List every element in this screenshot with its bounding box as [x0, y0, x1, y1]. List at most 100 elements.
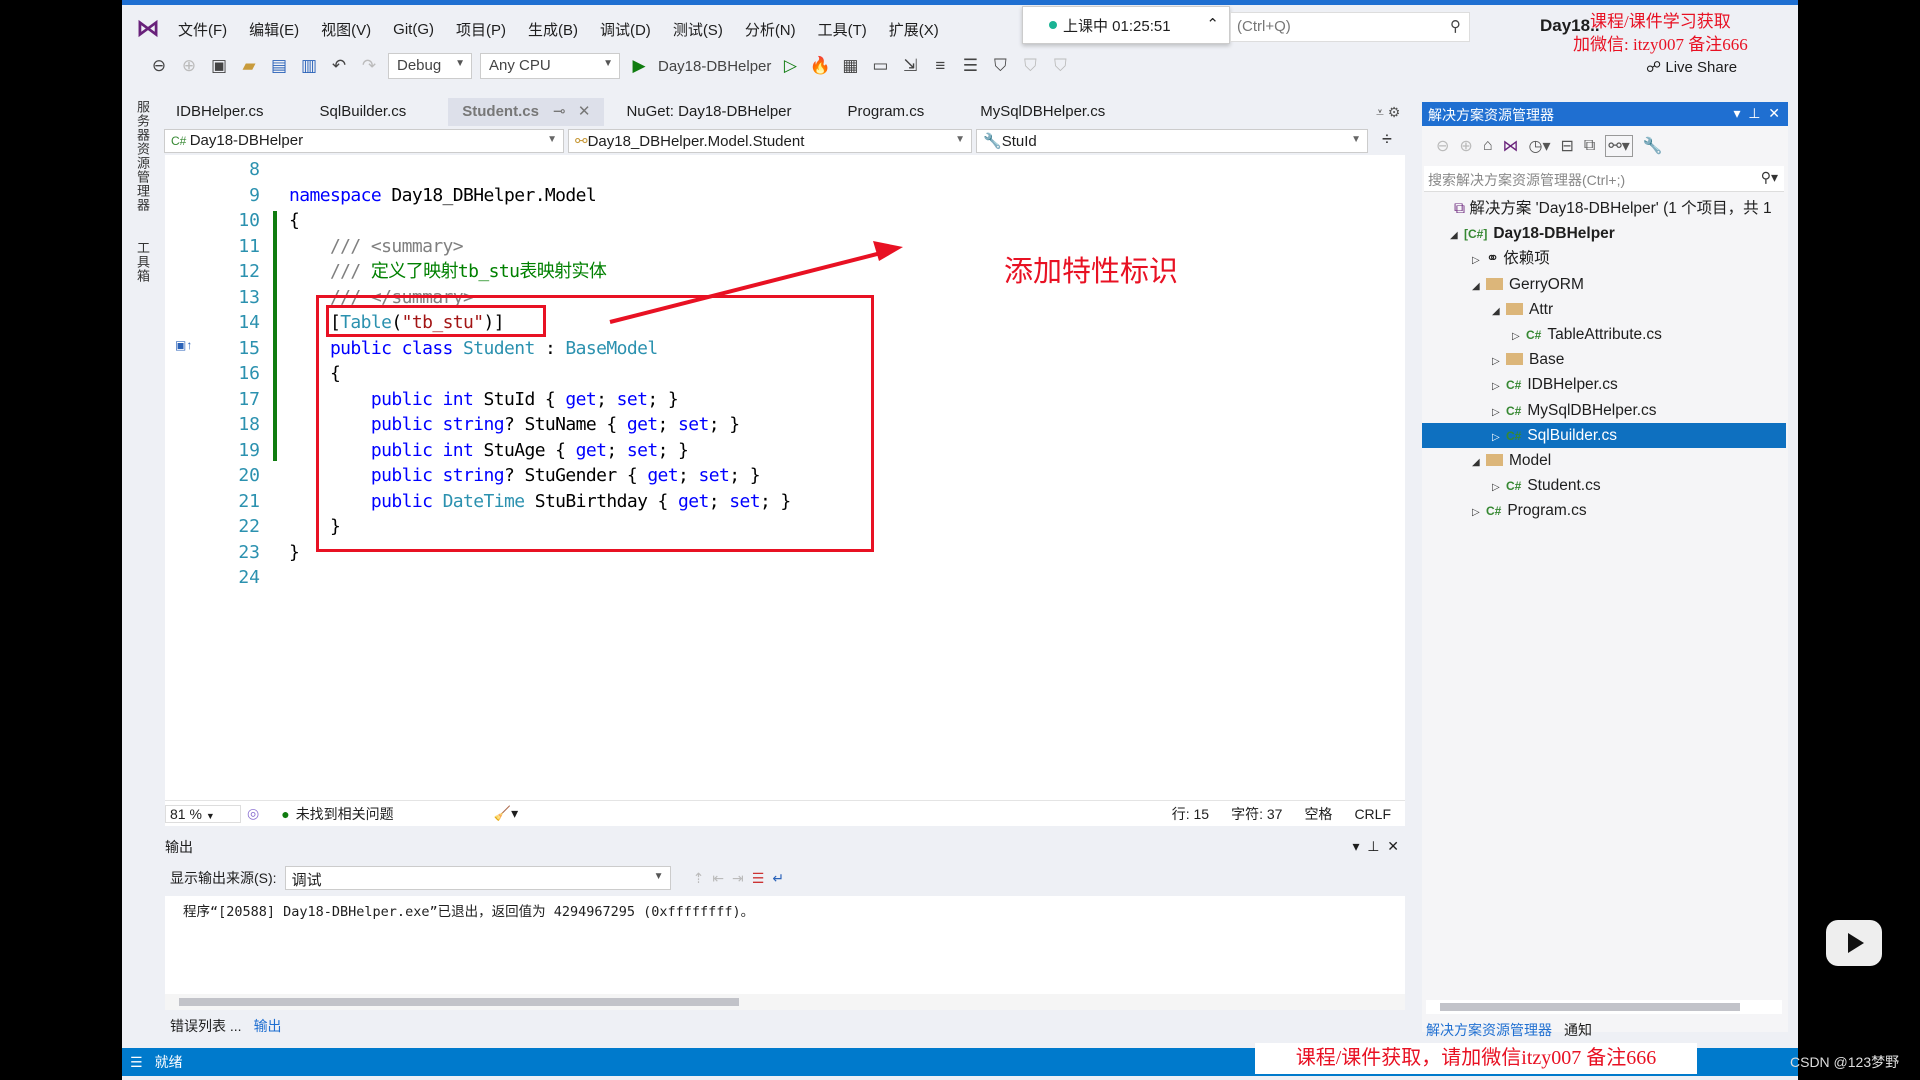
prev-message-icon[interactable]: ⇤ — [712, 870, 724, 887]
tab-idbhelper[interactable]: IDBHelper.cs — [162, 98, 278, 126]
chevron-up-icon[interactable]: ⌃ — [1206, 15, 1219, 33]
tab-program[interactable]: Program.cs — [834, 98, 939, 126]
switch-views-icon[interactable]: ⋈ — [1502, 136, 1518, 156]
tree-item[interactable]: ◢ Attr — [1422, 297, 1786, 322]
tree-item[interactable]: ▷ C# MySqlDBHelper.cs — [1422, 398, 1786, 423]
start-without-debug-icon[interactable]: ▷ — [779, 56, 801, 76]
menu-test[interactable]: 测试(S) — [673, 19, 723, 40]
output-status-icon[interactable]: ☰ — [130, 1054, 143, 1071]
start-target-button[interactable]: Day18-DBHelper — [658, 58, 771, 75]
menu-git[interactable]: Git(G) — [393, 21, 434, 38]
quick-search-input[interactable]: (Ctrl+Q) ⚲ — [1230, 12, 1470, 42]
menu-view[interactable]: 视图(V) — [321, 19, 371, 40]
tree-item[interactable]: ▷ ⚭ 依赖项 — [1422, 246, 1786, 271]
member-dropdown[interactable]: 🔧StuId ▼ — [976, 129, 1368, 153]
menu-tools[interactable]: 工具(T) — [818, 19, 867, 40]
word-wrap-icon[interactable]: ↵ — [772, 870, 784, 887]
split-icon[interactable]: ÷ — [1382, 129, 1392, 153]
expand-arrow-icon[interactable]: ▷ — [1492, 400, 1506, 425]
gear-icon[interactable]: ⚙ — [1388, 104, 1401, 120]
scroll-thumb[interactable] — [1440, 1003, 1740, 1011]
tree-item[interactable]: ⧉ 解决方案 'Day18-DBHelper' (1 个项目，共 1 — [1422, 196, 1786, 221]
open-icon[interactable]: ▰ — [238, 56, 260, 76]
expand-arrow-icon[interactable]: ▷ — [1492, 374, 1506, 399]
side-tab-toolbox[interactable]: 工具箱 — [135, 241, 150, 283]
forward-icon[interactable]: ⊕ — [178, 56, 200, 76]
tree-item[interactable]: ◢ [C#] Day18-DBHelper — [1422, 221, 1786, 246]
start-icon[interactable]: ▶ — [628, 56, 650, 76]
type-dropdown[interactable]: ⚯Day18_DBHelper.Model.Student ▼ — [568, 129, 972, 153]
tree-item[interactable]: ▷ Base — [1422, 347, 1786, 372]
menu-project[interactable]: 项目(P) — [456, 19, 506, 40]
menu-file[interactable]: 文件(F) — [178, 19, 227, 40]
collapse-arrow-icon[interactable]: ◢ — [1450, 223, 1464, 248]
tree-item[interactable]: ▷ C# IDBHelper.cs — [1422, 372, 1786, 397]
search-icon[interactable]: ⚲▾ — [1761, 169, 1778, 186]
tree-item[interactable]: ◢ Model — [1422, 448, 1786, 473]
clear-all-icon[interactable]: ☰ — [752, 870, 765, 887]
close-icon[interactable]: ✕ — [1387, 838, 1399, 854]
pin-icon[interactable]: ⊸ — [553, 103, 566, 120]
find-message-icon[interactable]: ⇡ — [693, 870, 705, 887]
issues-status[interactable]: 未找到相关问题 — [296, 804, 394, 824]
tree-item[interactable]: ▷ C# Program.cs — [1422, 498, 1786, 523]
output-horizontal-scrollbar[interactable] — [165, 994, 1405, 1010]
tab-error-list[interactable]: 错误列表 ... — [170, 1016, 242, 1036]
side-tab-server-explorer[interactable]: 服务器资源管理器 — [135, 100, 150, 212]
class-timer-popup[interactable]: 上课中 01:25:51 ⌃ — [1022, 6, 1230, 44]
save-icon[interactable]: ▤ — [268, 56, 290, 76]
tab-student[interactable]: Student.cs ⊸ ✕ — [448, 98, 605, 126]
home-icon[interactable]: ⌂ — [1483, 137, 1493, 155]
show-all-files-icon[interactable]: ⧉ — [1584, 137, 1595, 155]
expand-arrow-icon[interactable]: ▷ — [1492, 349, 1506, 374]
step-icon[interactable]: ⇲ — [899, 56, 921, 76]
collapse-arrow-icon[interactable]: ◢ — [1492, 299, 1506, 324]
menu-debug[interactable]: 调试(D) — [600, 19, 651, 40]
back-icon[interactable]: ⊖ — [148, 56, 170, 76]
scroll-thumb[interactable] — [179, 998, 739, 1006]
output-source-select[interactable]: 调试 ▼ — [284, 866, 671, 890]
outdent-icon[interactable]: ☰ — [959, 56, 981, 76]
menu-build[interactable]: 生成(B) — [528, 19, 578, 40]
hot-reload-icon[interactable]: 🔥 — [809, 56, 831, 76]
code-editor[interactable]: 8 9 10 11 12 13 14 15 16 17 18 19 20 21 22 23 24 namespa… — [165, 147, 1456, 803]
pin-icon[interactable]: ⊥ — [1367, 838, 1379, 854]
live-share-button[interactable]: ☍ Live Share — [1646, 58, 1737, 76]
next-message-icon[interactable]: ⇥ — [732, 870, 744, 887]
expand-arrow-icon[interactable]: ▷ — [1492, 475, 1506, 500]
tree-item[interactable]: ▷ C# SqlBuilder.cs — [1422, 422, 1786, 448]
solution-horizontal-scrollbar[interactable] — [1426, 1000, 1782, 1014]
tab-sqlbuilder[interactable]: SqlBuilder.cs — [306, 98, 421, 126]
ai-icon[interactable]: ◎ — [247, 805, 259, 822]
tab-output[interactable]: 输出 — [254, 1016, 282, 1036]
save-all-icon[interactable]: ▥ — [298, 56, 320, 76]
tree-item[interactable]: ▷ C# TableAttribute.cs — [1422, 322, 1786, 347]
next-bookmark-icon[interactable]: ⛉ — [1049, 56, 1071, 76]
tab-solution-explorer[interactable]: 解决方案资源管理器 — [1426, 1020, 1552, 1040]
solution-search-input[interactable]: 搜索解决方案资源管理器(Ctrl+;) ⚲▾ — [1424, 166, 1784, 192]
collapse-arrow-icon[interactable]: ◢ — [1472, 450, 1486, 475]
prev-bookmark-icon[interactable]: ⛉ — [1019, 56, 1041, 76]
collapse-arrow-icon[interactable]: ◢ — [1472, 274, 1486, 299]
find-icon[interactable]: ▦ — [839, 56, 861, 76]
chevron-down-icon[interactable]: ▾ — [1352, 838, 1359, 854]
tree-item[interactable]: ▷ C# Student.cs — [1422, 473, 1786, 498]
menu-analyze[interactable]: 分析(N) — [745, 19, 796, 40]
forward-icon[interactable]: ⊕ — [1459, 136, 1472, 156]
undo-icon[interactable]: ↶ — [328, 56, 350, 76]
redo-icon[interactable]: ↷ — [358, 56, 380, 76]
properties-wrench-icon[interactable]: 🔧 — [1643, 136, 1663, 156]
close-icon[interactable]: ✕ — [578, 103, 591, 120]
zoom-select[interactable]: 81 % ▼ — [165, 804, 241, 823]
layout-icon[interactable]: ▭ — [869, 56, 891, 76]
tree-item[interactable]: ◢ GerryORM — [1422, 272, 1786, 297]
play-icon[interactable] — [1826, 920, 1882, 966]
indent-icon[interactable]: ≡ — [929, 56, 951, 76]
back-icon[interactable]: ⊖ — [1436, 136, 1449, 156]
tab-mysqldbhelper[interactable]: MySqlDBHelper.cs — [966, 98, 1119, 126]
code-cleanup-icon[interactable]: 🧹▾ — [494, 805, 518, 822]
tab-notifications[interactable]: 通知 — [1564, 1020, 1592, 1040]
search-icon[interactable]: ⚲ — [1450, 17, 1461, 35]
platform-select[interactable]: Any CPU ▼ — [480, 53, 620, 79]
line-ending-indicator[interactable]: CRLF — [1354, 806, 1391, 822]
